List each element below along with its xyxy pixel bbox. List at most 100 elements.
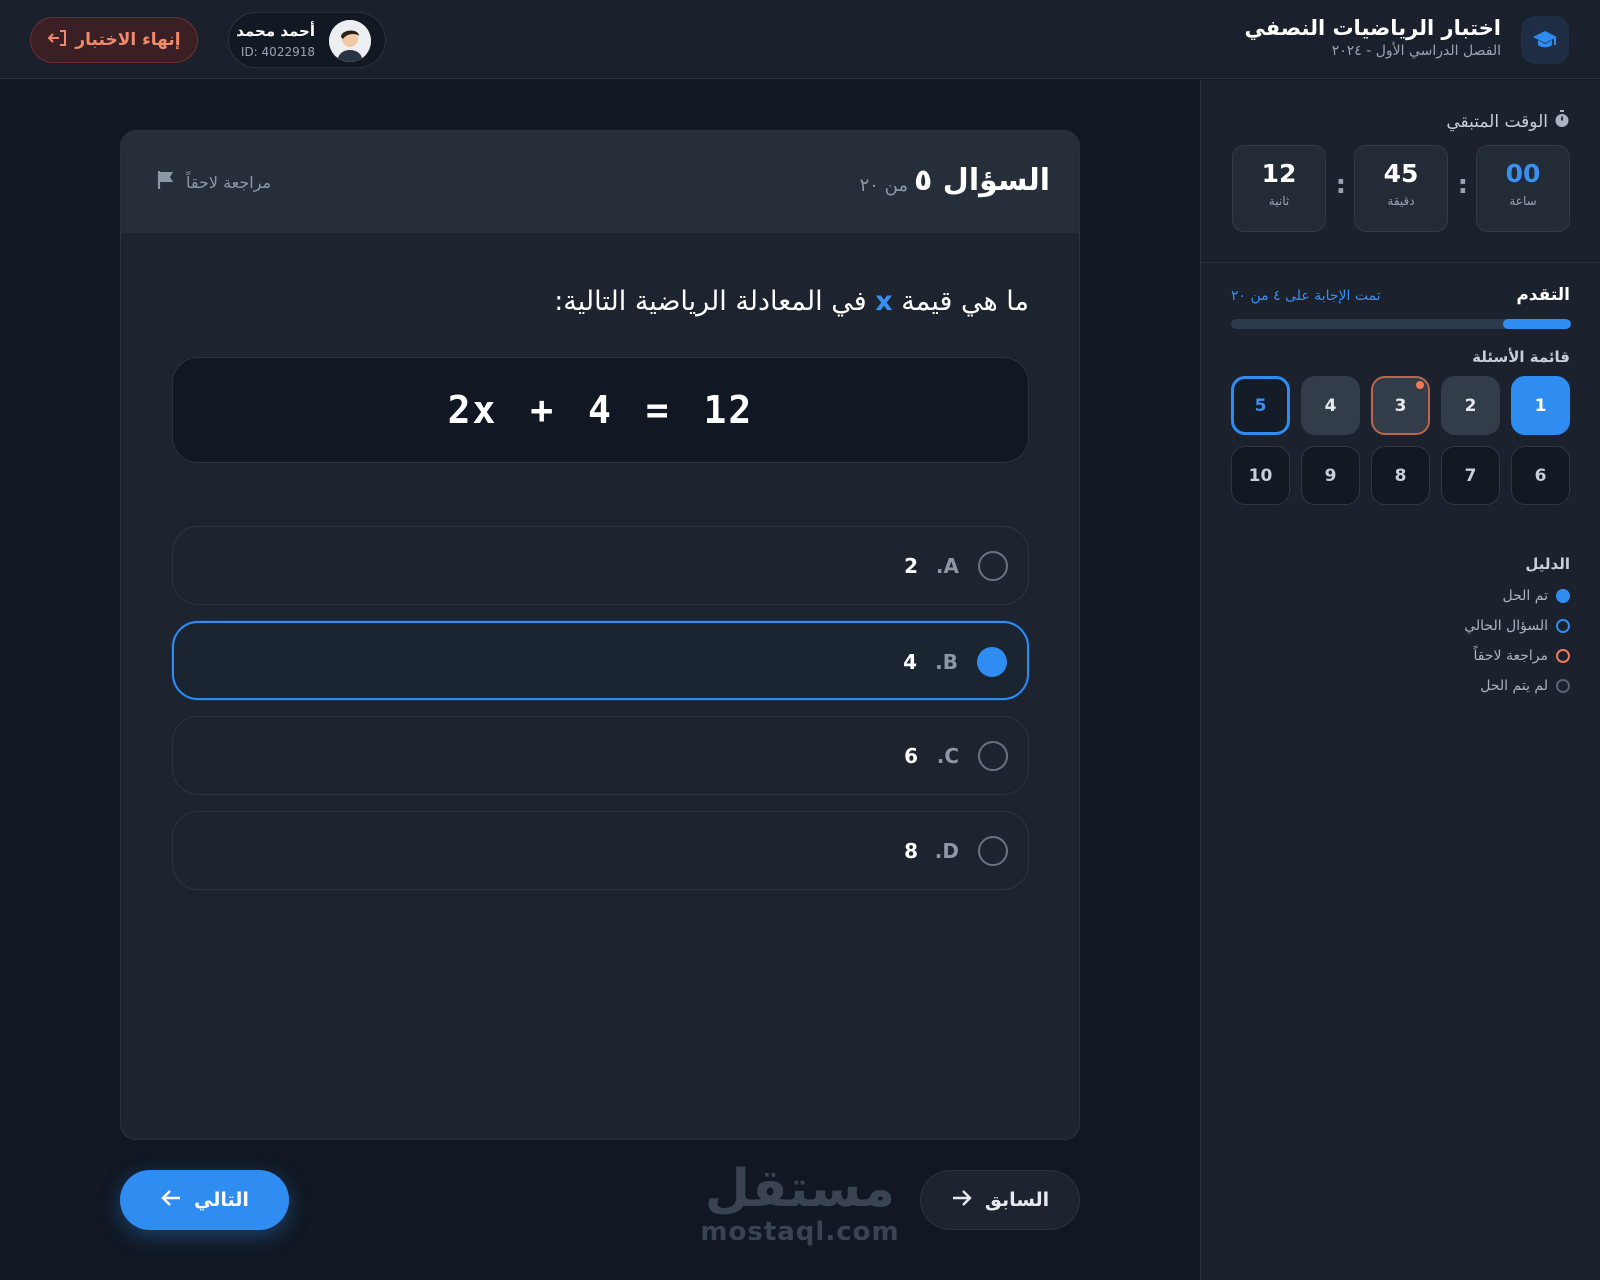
- progress-bar: [1231, 319, 1571, 329]
- timer-seconds: 12 ثانية: [1232, 145, 1326, 232]
- user-profile[interactable]: أحمد محمد ID: 4022918: [228, 12, 386, 68]
- question-nav-8[interactable]: 8: [1371, 446, 1430, 505]
- timer-hours: 00 ساعة: [1476, 145, 1570, 232]
- question-nav-number: 7: [1464, 465, 1477, 486]
- timer-minutes-unit: دقيقة: [1387, 194, 1415, 208]
- question-nav-number: 1: [1534, 395, 1547, 416]
- timer-minutes: 45 دقيقة: [1354, 145, 1448, 232]
- user-id: ID: 4022918: [240, 45, 315, 59]
- legend-label: السؤال الحالي: [1464, 618, 1548, 634]
- option-letter: .C: [936, 744, 959, 768]
- flag-icon: [156, 170, 176, 194]
- question-nav-2[interactable]: 2: [1441, 376, 1500, 435]
- end-exam-button[interactable]: إنهاء الاختبار: [30, 17, 198, 63]
- legend-label: مراجعة لاحقاً: [1473, 648, 1548, 664]
- timer-label: الوقت المتبقي: [1446, 110, 1570, 133]
- radio-button-icon[interactable]: [977, 647, 1007, 677]
- timer-hours-value: 00: [1505, 159, 1541, 188]
- timer-label-text: الوقت المتبقي: [1446, 111, 1548, 132]
- legend-title: الدليل: [1525, 555, 1570, 573]
- timer-separator: :: [1335, 170, 1346, 200]
- timer-hours-unit: ساعة: [1509, 194, 1537, 208]
- watermark-arabic: مستقل: [704, 1159, 896, 1219]
- unsolved-ring-icon: [1556, 679, 1570, 693]
- watermark-latin: mostaql.com: [700, 1217, 900, 1247]
- question-variable: x: [875, 286, 893, 317]
- question-nav-number: 2: [1464, 395, 1477, 416]
- progress-title: التقدم: [1516, 285, 1570, 305]
- arrow-right-icon: [951, 1189, 973, 1212]
- option-value: 8: [904, 839, 918, 863]
- legend-item-solved: تم الحل: [1503, 588, 1570, 604]
- user-name: أحمد محمد: [236, 22, 315, 40]
- question-nav-number: 8: [1394, 465, 1407, 486]
- radio-button-icon[interactable]: [978, 836, 1008, 866]
- option-letter: .B: [935, 650, 958, 674]
- previous-label: السابق: [984, 1189, 1050, 1211]
- question-nav-number: 9: [1324, 465, 1337, 486]
- option-value: 2: [904, 554, 918, 578]
- question-nav-number: 4: [1324, 395, 1337, 416]
- question-list-title: قائمة الأسئلة: [1472, 348, 1570, 366]
- question-nav-3[interactable]: 3: [1371, 376, 1430, 435]
- question-nav-7[interactable]: 7: [1441, 446, 1500, 505]
- review-ring-icon: [1556, 649, 1570, 663]
- option-value: 4: [903, 650, 917, 674]
- legend-item-review: مراجعة لاحقاً: [1474, 648, 1570, 664]
- radio-button-icon[interactable]: [978, 741, 1008, 771]
- question-title: السؤال ٥: [914, 163, 1050, 198]
- review-later-label: مراجعة لاحقاً: [186, 172, 272, 192]
- progress-bar-fill: [1503, 319, 1571, 329]
- sidebar-divider: [1200, 262, 1600, 263]
- question-nav-number: 5: [1254, 395, 1267, 416]
- question-card: السؤال ٥ من ٢٠ مراجعة لاحقاً ما هي قيمة …: [120, 130, 1080, 1140]
- answer-option-b[interactable]: .B 4: [172, 621, 1029, 700]
- review-marker-icon: [1416, 381, 1424, 389]
- legend-label: تم الحل: [1502, 588, 1548, 604]
- equation-text: 2x + 4 = 12: [447, 388, 754, 432]
- legend-item-current: السؤال الحالي: [1464, 618, 1570, 634]
- timer-minutes-value: 45: [1383, 159, 1419, 188]
- question-nav-10[interactable]: 10: [1231, 446, 1290, 505]
- watermark: مستقل mostaql.com: [700, 1160, 900, 1246]
- avatar: [329, 20, 371, 62]
- next-label: التالي: [194, 1189, 249, 1211]
- question-card-header: السؤال ٥ من ٢٠ مراجعة لاحقاً: [121, 131, 1079, 233]
- equation-box: 2x + 4 = 12: [172, 357, 1029, 463]
- arrow-left-icon: [160, 1189, 182, 1212]
- question-text-start: ما هي قيمة: [901, 286, 1029, 317]
- question-nav-5[interactable]: 5: [1231, 376, 1290, 435]
- timer-separator: :: [1457, 170, 1468, 200]
- option-letter: .A: [935, 554, 959, 578]
- question-nav-number: 10: [1248, 465, 1273, 486]
- question-nav-number: 3: [1394, 395, 1407, 416]
- question-nav-9[interactable]: 9: [1301, 446, 1360, 505]
- answer-option-c[interactable]: .C 6: [172, 716, 1029, 795]
- legend-label: لم يتم الحل: [1480, 678, 1548, 694]
- question-nav-4[interactable]: 4: [1301, 376, 1360, 435]
- question-nav-number: 6: [1534, 465, 1547, 486]
- solved-dot-icon: [1556, 589, 1570, 603]
- exam-subtitle: الفصل الدراسي الأول - ٢٠٢٤: [1331, 43, 1501, 59]
- previous-button[interactable]: السابق: [920, 1170, 1080, 1230]
- next-button[interactable]: التالي: [120, 1170, 289, 1230]
- current-ring-icon: [1556, 619, 1570, 633]
- question-nav-1[interactable]: 1: [1511, 376, 1570, 435]
- legend-item-unsolved: لم يتم الحل: [1480, 678, 1570, 694]
- question-text-end: في المعادلة الرياضية التالية:: [554, 286, 867, 317]
- question-nav-6[interactable]: 6: [1511, 446, 1570, 505]
- logout-icon: [47, 29, 67, 52]
- answer-option-a[interactable]: .A 2: [172, 526, 1029, 605]
- progress-text: تمت الإجابة على ٤ من ٢٠: [1231, 288, 1381, 304]
- end-exam-label: إنهاء الاختبار: [75, 30, 181, 50]
- answer-option-d[interactable]: .D 8: [172, 811, 1029, 890]
- option-letter: .D: [934, 839, 959, 863]
- timer-seconds-value: 12: [1261, 159, 1297, 188]
- question-text: ما هي قيمة x في المعادلة الرياضية التالي…: [554, 286, 1029, 317]
- top-header: اختبار الرياضيات النصفي الفصل الدراسي ال…: [0, 0, 1600, 79]
- stopwatch-icon: [1554, 110, 1570, 133]
- option-value: 6: [904, 744, 918, 768]
- radio-button-icon[interactable]: [978, 551, 1008, 581]
- timer-seconds-unit: ثانية: [1268, 194, 1290, 208]
- review-later-button[interactable]: مراجعة لاحقاً: [156, 170, 271, 194]
